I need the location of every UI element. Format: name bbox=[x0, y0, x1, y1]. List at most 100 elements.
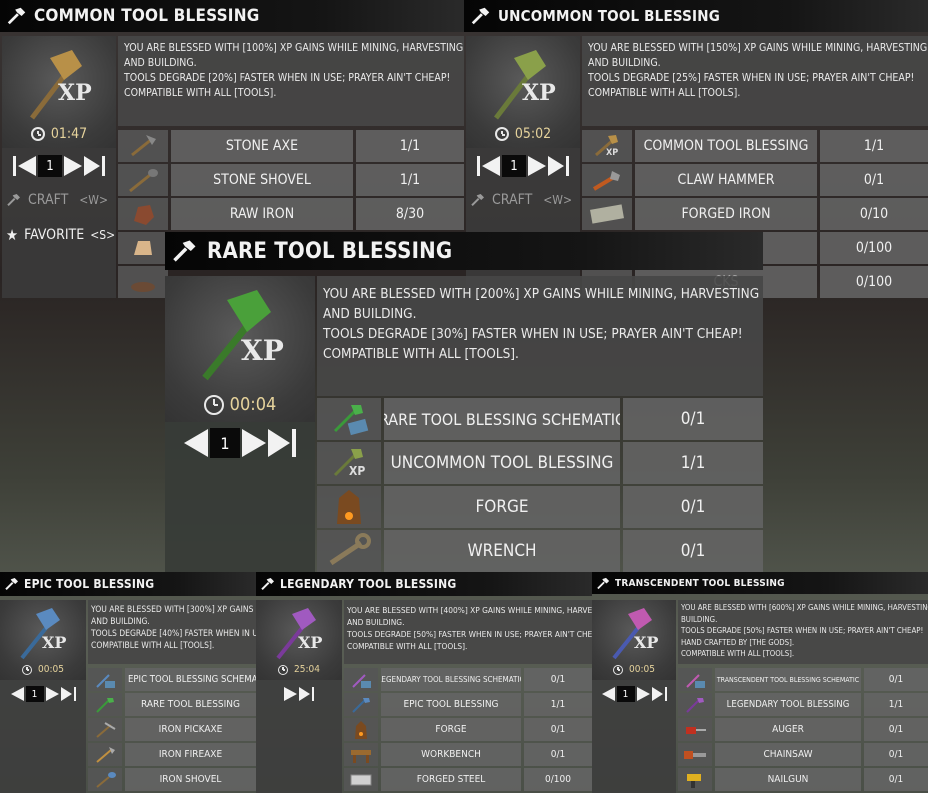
epic-page-number[interactable]: 1 bbox=[25, 686, 44, 702]
craft-hammer-icon bbox=[471, 194, 484, 207]
common-timer: 01:47 bbox=[2, 126, 116, 142]
prev-page-icon[interactable] bbox=[184, 429, 208, 457]
iron-pickaxe-icon bbox=[88, 718, 122, 741]
ingredient-name: TRANSCENDENT TOOL BLESSING SCHEMATIC bbox=[715, 668, 861, 691]
ingredient-row[interactable]: LEGENDARY TOOL BLESSING SCHEMATIC 0/1 bbox=[344, 668, 592, 691]
hammer-icon bbox=[5, 578, 18, 591]
next-page-icon[interactable] bbox=[242, 429, 266, 457]
ingredient-name: EPIC TOOL BLESSING SCHEMATIC bbox=[125, 668, 256, 691]
ingredient-row[interactable]: RAW IRON 8/30 bbox=[118, 198, 464, 230]
last-page-bar-icon[interactable] bbox=[73, 687, 76, 701]
legendary-title-bar: LEGENDARY TOOL BLESSING bbox=[256, 572, 592, 596]
common-favorite-button[interactable]: ★ FAVORITE <S> bbox=[6, 226, 115, 244]
transcendent-blessing-panel: TRANSCENDENT TOOL BLESSING XP 00:05 1 YO… bbox=[592, 572, 928, 793]
ingredient-row[interactable]: FORGED IRON 0/10 bbox=[582, 198, 928, 230]
ingredient-count: 0/1 bbox=[524, 743, 592, 766]
ingredient-row[interactable]: RARE TOOL BLESSING SCHEMATIC 0/1 bbox=[317, 398, 763, 440]
ingredient-row[interactable]: XP UNCOMMON TOOL BLESSING 1/1 bbox=[317, 442, 763, 484]
legendary-ingredients: LEGENDARY TOOL BLESSING SCHEMATIC 0/1 EP… bbox=[344, 668, 592, 793]
ingredient-row[interactable]: AUGER 0/1 bbox=[678, 718, 928, 741]
ingredient-row[interactable]: STONE SHOVEL 1/1 bbox=[118, 164, 464, 196]
schematic-icon bbox=[317, 398, 381, 440]
star-icon: ★ bbox=[6, 226, 19, 244]
ingredient-row[interactable]: EPIC TOOL BLESSING SCHEMATIC bbox=[88, 668, 256, 691]
ingredient-row[interactable]: IRON SHOVEL bbox=[88, 768, 256, 791]
transcendent-description: YOU ARE BLESSED WITH [600%] XP GAINS WHI… bbox=[678, 600, 928, 664]
ingredient-count: 8/30 bbox=[356, 198, 464, 230]
uncommon-page-number[interactable]: 1 bbox=[502, 155, 526, 177]
ingredient-row[interactable]: CHAINSAW 0/1 bbox=[678, 743, 928, 766]
ingredient-row[interactable]: IRON PICKAXE bbox=[88, 718, 256, 741]
ingredient-row[interactable]: FORGED STEEL 0/100 bbox=[344, 768, 592, 791]
craft-hammer-icon bbox=[7, 194, 20, 207]
next-page-icon[interactable] bbox=[636, 687, 650, 701]
last-page-icon[interactable] bbox=[548, 156, 564, 176]
ingredient-name: NAILGUN bbox=[715, 768, 861, 791]
ingredient-row[interactable]: IRON FIREAXE bbox=[88, 743, 256, 766]
hammer-icon bbox=[173, 240, 196, 262]
stone-shovel-icon bbox=[118, 164, 168, 196]
svg-text:XP: XP bbox=[634, 633, 658, 652]
ingredient-row[interactable]: WRENCH 0/1 bbox=[317, 530, 763, 572]
rare-page-number[interactable]: 1 bbox=[210, 428, 240, 458]
first-page-bar-icon[interactable] bbox=[13, 156, 16, 176]
last-page-icon[interactable] bbox=[60, 687, 72, 701]
last-page-icon[interactable] bbox=[268, 429, 290, 457]
prev-page-icon[interactable] bbox=[482, 156, 500, 176]
next-page-icon[interactable] bbox=[284, 687, 297, 701]
ingredient-row[interactable]: TRANSCENDENT TOOL BLESSING SCHEMATIC 0/1 bbox=[678, 668, 928, 691]
clay-icon bbox=[118, 232, 168, 264]
next-page-icon[interactable] bbox=[64, 156, 82, 176]
last-page-bar-icon[interactable] bbox=[566, 156, 569, 176]
ingredient-row[interactable]: NAILGUN 0/1 bbox=[678, 768, 928, 791]
ingredient-count: 0/100 bbox=[820, 232, 928, 264]
common-title-bar: COMMON TOOL BLESSING bbox=[0, 0, 464, 32]
last-page-bar-icon[interactable] bbox=[102, 156, 105, 176]
prev-page-icon[interactable] bbox=[18, 156, 36, 176]
last-page-icon[interactable] bbox=[84, 156, 100, 176]
last-page-bar-icon[interactable] bbox=[664, 687, 667, 701]
transcendent-ingredients: TRANSCENDENT TOOL BLESSING SCHEMATIC 0/1… bbox=[678, 668, 928, 793]
last-page-bar-icon[interactable] bbox=[292, 429, 296, 457]
prev-page-icon[interactable] bbox=[10, 687, 24, 701]
ingredient-row[interactable]: EPIC TOOL BLESSING 1/1 bbox=[344, 693, 592, 716]
ingredient-name: RARE TOOL BLESSING SCHEMATIC bbox=[384, 398, 620, 440]
stone-axe-icon bbox=[118, 130, 168, 162]
last-page-icon[interactable] bbox=[651, 687, 663, 701]
last-page-icon[interactable] bbox=[299, 687, 310, 701]
hammer-icon bbox=[471, 7, 490, 25]
next-page-icon[interactable] bbox=[528, 156, 546, 176]
ingredient-count: 0/1 bbox=[864, 743, 928, 766]
ingredient-count: 1/1 bbox=[356, 130, 464, 162]
xp-hammer-icon: XP bbox=[202, 290, 284, 381]
prev-page-icon[interactable] bbox=[601, 687, 615, 701]
ingredient-row[interactable]: CLAW HAMMER 0/1 bbox=[582, 164, 928, 196]
ingredient-row[interactable]: FORGE 0/1 bbox=[317, 486, 763, 528]
epic-blessing-panel: EPIC TOOL BLESSING XP 00:05 1 YOU ARE BL… bbox=[0, 572, 256, 793]
xp-hammer-icon: XP bbox=[20, 608, 66, 660]
next-page-icon[interactable] bbox=[45, 687, 59, 701]
ingredient-row[interactable]: STONE AXE 1/1 bbox=[118, 130, 464, 162]
clock-icon bbox=[203, 394, 224, 415]
transcendent-page-number[interactable]: 1 bbox=[616, 686, 635, 702]
xp-hammer-icon: XP bbox=[30, 50, 92, 120]
clock-icon bbox=[278, 664, 289, 675]
common-craft-button[interactable]: CRAFT <W> bbox=[6, 192, 114, 208]
first-page-bar-icon[interactable] bbox=[477, 156, 480, 176]
ingredient-row[interactable]: XP COMMON TOOL BLESSING 1/1 bbox=[582, 130, 928, 162]
ingredient-row[interactable]: WORKBENCH 0/1 bbox=[344, 743, 592, 766]
ingredient-name: IRON FIREAXE bbox=[125, 743, 256, 766]
transcendent-title: TRANSCENDENT TOOL BLESSING bbox=[615, 577, 785, 589]
common-description: YOU ARE BLESSED WITH [100%] XP GAINS WHI… bbox=[118, 36, 464, 126]
ingredient-row[interactable]: LEGENDARY TOOL BLESSING 1/1 bbox=[678, 693, 928, 716]
ingredient-name: FORGE bbox=[384, 486, 620, 528]
last-page-bar-icon[interactable] bbox=[312, 687, 314, 701]
ingredient-count: 0/10 bbox=[820, 198, 928, 230]
common-page-number[interactable]: 1 bbox=[38, 155, 62, 177]
ingredient-name: RAW IRON bbox=[171, 198, 353, 230]
ingredient-row[interactable]: RARE TOOL BLESSING bbox=[88, 693, 256, 716]
ingredient-row[interactable]: FORGE 0/1 bbox=[344, 718, 592, 741]
common-pager: 1 bbox=[2, 154, 116, 178]
ingredient-count: 0/1 bbox=[524, 718, 592, 741]
uncommon-craft-button[interactable]: CRAFT <W> bbox=[470, 192, 578, 208]
